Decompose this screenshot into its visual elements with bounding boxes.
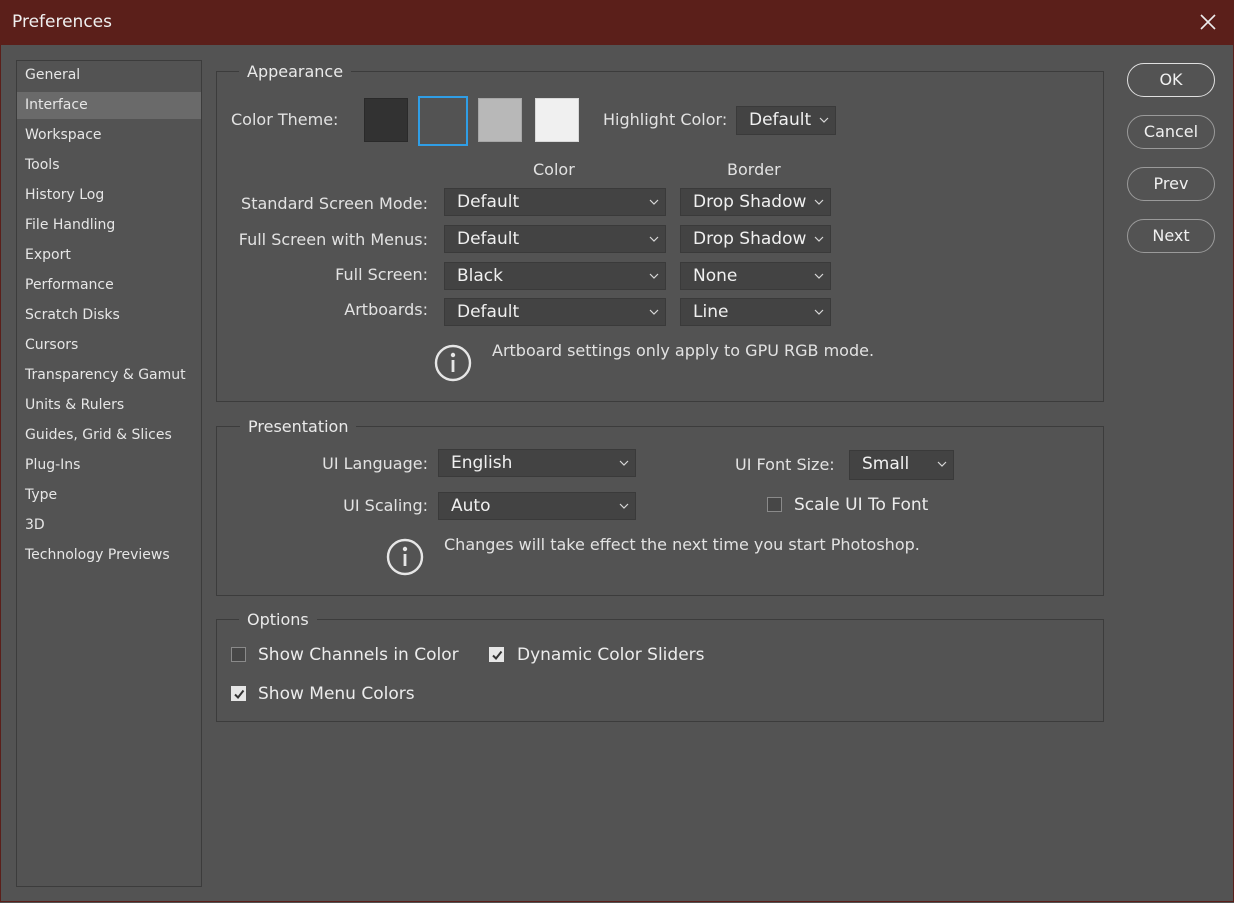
sidebar-item-general[interactable]: General bbox=[17, 62, 201, 89]
sidebar-item-performance[interactable]: Performance bbox=[17, 272, 201, 299]
chevron-down-icon bbox=[649, 309, 659, 315]
full-screen-color-select[interactable]: Black bbox=[444, 262, 666, 290]
show-menu-colors-checkbox[interactable] bbox=[231, 686, 246, 701]
checkmark-icon bbox=[492, 650, 503, 661]
sidebar-item-tools[interactable]: Tools bbox=[17, 152, 201, 179]
scale-ui-to-font-label: Scale UI To Font bbox=[794, 495, 929, 515]
show-channels-in-color-checkbox[interactable] bbox=[231, 647, 246, 662]
full-screen-menus-label: Full Screen with Menus: bbox=[238, 230, 428, 249]
sidebar: General Interface Workspace Tools Histor… bbox=[16, 60, 202, 887]
artboards-border-select[interactable]: Line bbox=[680, 298, 831, 326]
chevron-down-icon bbox=[619, 503, 629, 509]
chevron-down-icon bbox=[619, 460, 629, 466]
ui-language-select[interactable]: English bbox=[438, 449, 636, 477]
full-screen-menus-border-select[interactable]: Drop Shadow bbox=[680, 225, 831, 253]
theme-swatch-medium-light[interactable] bbox=[478, 98, 522, 142]
sidebar-item-3d[interactable]: 3D bbox=[17, 512, 201, 539]
checkmark-icon bbox=[234, 689, 245, 700]
color-theme-label: Color Theme: bbox=[231, 110, 339, 129]
artboards-border-value: Line bbox=[693, 302, 729, 322]
full-screen-border-value: None bbox=[693, 266, 738, 286]
sidebar-item-technology-previews[interactable]: Technology Previews bbox=[17, 542, 201, 569]
ui-language-value: English bbox=[451, 453, 513, 473]
dynamic-color-sliders-checkbox[interactable] bbox=[489, 647, 504, 662]
theme-swatch-lightest[interactable] bbox=[535, 98, 579, 142]
ui-language-label: UI Language: bbox=[322, 454, 428, 473]
color-column-header: Color bbox=[533, 160, 575, 179]
sidebar-item-scratch-disks[interactable]: Scratch Disks bbox=[17, 302, 201, 329]
title-bar: Preferences bbox=[0, 0, 1234, 45]
appearance-title: Appearance bbox=[239, 62, 352, 81]
window-title: Preferences bbox=[12, 12, 112, 32]
ok-button[interactable]: OK bbox=[1127, 63, 1215, 97]
chevron-down-icon bbox=[814, 273, 824, 279]
presentation-info-text: Changes will take effect the next time y… bbox=[444, 535, 920, 554]
standard-screen-mode-border-value: Drop Shadow bbox=[693, 192, 807, 212]
full-screen-menus-color-value: Default bbox=[457, 229, 520, 249]
ui-scaling-value: Auto bbox=[451, 496, 491, 516]
chevron-down-icon bbox=[814, 236, 824, 242]
ui-scaling-label: UI Scaling: bbox=[343, 496, 428, 515]
prev-button[interactable]: Prev bbox=[1127, 167, 1215, 201]
standard-screen-mode-color-select[interactable]: Default bbox=[444, 188, 666, 216]
sidebar-item-guides-grid-slices[interactable]: Guides, Grid & Slices bbox=[17, 422, 201, 449]
scale-ui-to-font-checkbox[interactable] bbox=[767, 497, 782, 512]
standard-screen-mode-border-select[interactable]: Drop Shadow bbox=[680, 188, 831, 216]
show-menu-colors-label: Show Menu Colors bbox=[258, 684, 415, 704]
artboard-info-text: Artboard settings only apply to GPU RGB … bbox=[492, 341, 875, 360]
options-title: Options bbox=[239, 610, 317, 629]
sidebar-item-type[interactable]: Type bbox=[17, 482, 201, 509]
ui-font-size-value: Small bbox=[862, 454, 910, 474]
ui-scaling-select[interactable]: Auto bbox=[438, 492, 636, 520]
chevron-down-icon bbox=[649, 236, 659, 242]
standard-screen-mode-color-value: Default bbox=[457, 192, 520, 212]
chevron-down-icon bbox=[649, 273, 659, 279]
chevron-down-icon bbox=[814, 199, 824, 205]
sidebar-item-units-rulers[interactable]: Units & Rulers bbox=[17, 392, 201, 419]
highlight-color-label: Highlight Color: bbox=[603, 110, 728, 129]
sidebar-item-workspace[interactable]: Workspace bbox=[17, 122, 201, 149]
full-screen-menus-color-select[interactable]: Default bbox=[444, 225, 666, 253]
highlight-color-select[interactable]: Default bbox=[736, 106, 836, 135]
full-screen-label: Full Screen: bbox=[335, 265, 428, 284]
artboards-label: Artboards: bbox=[344, 300, 428, 319]
theme-swatch-medium-dark[interactable] bbox=[418, 96, 468, 146]
full-screen-border-select[interactable]: None bbox=[680, 262, 831, 290]
info-icon bbox=[434, 344, 472, 382]
artboards-color-value: Default bbox=[457, 302, 520, 322]
dynamic-color-sliders-label: Dynamic Color Sliders bbox=[517, 645, 705, 665]
presentation-title: Presentation bbox=[240, 417, 357, 436]
sidebar-item-cursors[interactable]: Cursors bbox=[17, 332, 201, 359]
chevron-down-icon bbox=[819, 117, 829, 123]
highlight-color-value: Default bbox=[749, 110, 812, 130]
ui-font-size-label: UI Font Size: bbox=[735, 455, 835, 474]
info-icon bbox=[386, 538, 424, 576]
sidebar-item-history-log[interactable]: History Log bbox=[17, 182, 201, 209]
ui-font-size-select[interactable]: Small bbox=[849, 450, 954, 480]
cancel-button[interactable]: Cancel bbox=[1127, 115, 1215, 149]
sidebar-item-export[interactable]: Export bbox=[17, 242, 201, 269]
next-button[interactable]: Next bbox=[1127, 219, 1215, 253]
chevron-down-icon bbox=[814, 309, 824, 315]
full-screen-color-value: Black bbox=[457, 266, 503, 286]
sidebar-item-plug-ins[interactable]: Plug-Ins bbox=[17, 452, 201, 479]
standard-screen-mode-label: Standard Screen Mode: bbox=[241, 194, 428, 213]
sidebar-item-interface[interactable]: Interface bbox=[17, 92, 201, 119]
chevron-down-icon bbox=[649, 199, 659, 205]
options-group bbox=[216, 619, 1104, 722]
show-channels-in-color-label: Show Channels in Color bbox=[258, 645, 459, 665]
theme-swatch-darkest[interactable] bbox=[364, 98, 408, 142]
border-column-header: Border bbox=[727, 160, 781, 179]
artboards-color-select[interactable]: Default bbox=[444, 298, 666, 326]
full-screen-menus-border-value: Drop Shadow bbox=[693, 229, 807, 249]
sidebar-item-transparency-gamut[interactable]: Transparency & Gamut bbox=[17, 362, 201, 389]
close-icon[interactable] bbox=[1192, 6, 1224, 38]
sidebar-item-file-handling[interactable]: File Handling bbox=[17, 212, 201, 239]
chevron-down-icon bbox=[937, 461, 947, 467]
